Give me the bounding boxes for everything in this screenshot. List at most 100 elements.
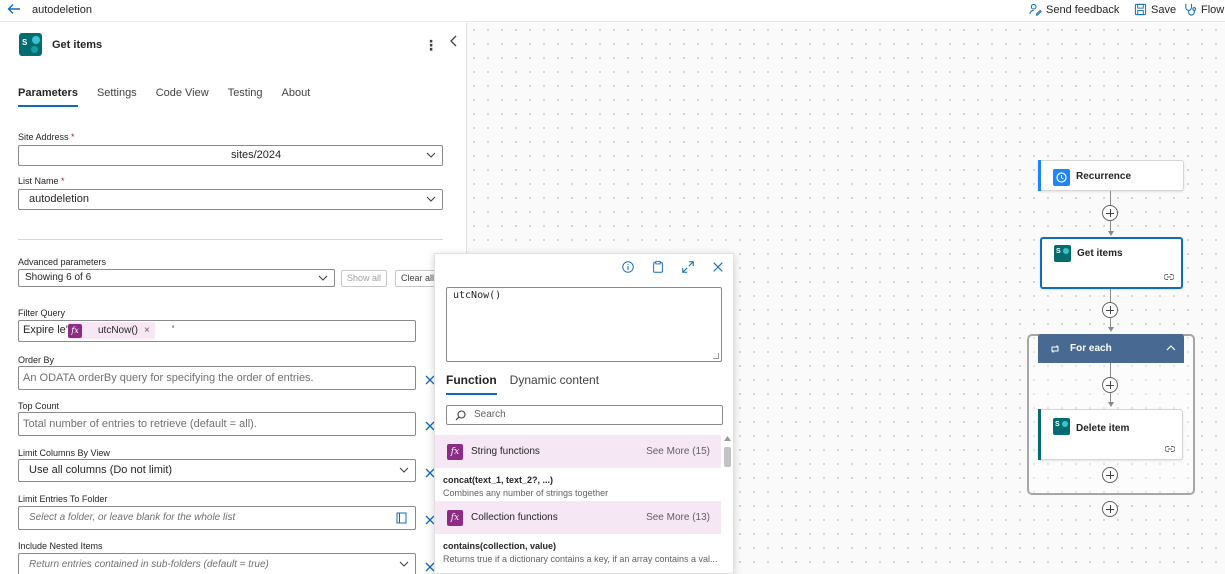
expand-icon[interactable] [681, 260, 697, 276]
popup-tabs: Function Dynamic content [446, 373, 599, 395]
limit-folder-label: Limit Entries To Folder [18, 494, 108, 504]
info-icon[interactable] [621, 260, 637, 276]
send-feedback-button[interactable]: Send feedback [1029, 3, 1119, 16]
list-name-dropdown[interactable]: autodeletion [18, 189, 443, 210]
card-title: Recurrence [1076, 171, 1132, 182]
get-items-card[interactable]: S Get items [1040, 237, 1183, 289]
filter-query-prefix: Expire le' [23, 324, 68, 336]
for-each-title: For each [1070, 343, 1112, 354]
expression-textarea[interactable]: utcNow() [446, 287, 722, 362]
collapse-panel-icon[interactable] [449, 35, 459, 47]
nested-items-label: Include Nested Items [18, 541, 103, 551]
close-icon[interactable] [711, 260, 727, 276]
add-step-button[interactable] [1102, 377, 1118, 393]
function-search-input[interactable]: Search [446, 405, 723, 425]
top-count-label: Top Count [18, 401, 60, 411]
link-icon [1165, 446, 1175, 452]
function-item-contains[interactable]: contains(collection, value) Returns true… [443, 541, 721, 564]
site-address-label: Site Address * [18, 132, 75, 142]
scroll-up-icon[interactable] [724, 436, 731, 441]
section-divider [18, 239, 443, 240]
feedback-icon [1029, 3, 1042, 16]
chevron-down-icon [318, 275, 328, 281]
limit-columns-dropdown[interactable]: Use all columns (Do not limit) [18, 459, 416, 482]
limit-folder-input[interactable]: Select a folder, or leave blank for the … [18, 506, 416, 530]
category-collection-functions[interactable]: fx Collection functions See More (13) [435, 501, 721, 534]
stethoscope-icon [1185, 3, 1197, 16]
panel-header: S Get items ⋮ [0, 23, 467, 67]
action-settings-panel: S Get items ⋮ Parameters Settings Code V… [0, 23, 467, 574]
expression-text: utcNow() [453, 290, 502, 301]
advanced-parameters-label: Advanced parameters [18, 257, 107, 267]
scrollbar-thumb[interactable] [724, 447, 731, 467]
top-count-input[interactable]: Total number of entries to retrieve (def… [18, 412, 416, 436]
tab-settings[interactable]: Settings [97, 87, 137, 107]
delete-item-card[interactable]: S Delete item [1038, 409, 1183, 460]
resize-handle[interactable] [713, 353, 719, 359]
tab-parameters[interactable]: Parameters [18, 87, 78, 107]
save-label: Save [1151, 3, 1177, 16]
remove-token-icon[interactable]: × [144, 321, 150, 340]
filter-query-label: Filter Query [18, 308, 66, 318]
tab-testing[interactable]: Testing [228, 87, 263, 107]
connector-arrow [1107, 327, 1114, 332]
function-item-concat[interactable]: concat(text_1, text_2?, ...) Combines an… [443, 475, 721, 498]
order-by-input[interactable]: An ODATA orderBy query for specifying th… [18, 366, 416, 390]
expression-token[interactable]: fx utcNow() × [68, 322, 155, 339]
card-accent [1038, 160, 1041, 191]
folder-picker-icon[interactable] [396, 512, 407, 524]
fx-icon: fx [447, 509, 463, 526]
back-arrow-icon[interactable] [6, 1, 22, 17]
nested-items-placeholder: Return entries contained in sub-folders … [29, 559, 269, 570]
tab-code-view[interactable]: Code View [156, 87, 209, 107]
category-string-functions[interactable]: fx String functions See More (15) [435, 435, 721, 468]
see-more-link[interactable]: See More (15) [646, 446, 710, 457]
add-step-button[interactable] [1102, 205, 1118, 221]
send-feedback-label: Send feedback [1046, 3, 1120, 16]
connector-arrow [1107, 231, 1114, 236]
chevron-down-icon [399, 467, 409, 473]
card-title: Delete item [1076, 423, 1130, 434]
chevron-down-icon [426, 196, 436, 202]
save-icon [1134, 3, 1147, 16]
recurrence-card[interactable]: Recurrence [1038, 160, 1184, 191]
clock-icon [1053, 169, 1070, 186]
see-more-link[interactable]: See More (13) [646, 512, 710, 523]
advanced-parameters-dropdown[interactable]: Showing 6 of 6 [18, 269, 335, 287]
link-icon [1164, 274, 1174, 280]
nested-items-dropdown[interactable]: Return entries contained in sub-folders … [18, 553, 416, 574]
add-step-button[interactable] [1102, 302, 1118, 318]
list-name-label: List Name * [18, 176, 65, 186]
show-all-button[interactable]: Show all [341, 270, 387, 287]
save-button[interactable]: Save [1134, 3, 1176, 16]
clipboard-icon[interactable] [651, 260, 667, 276]
popup-toolbar [621, 260, 727, 276]
function-description: Combines any number of strings together [443, 488, 609, 498]
token-label: utcNow() [98, 325, 139, 336]
more-options-icon[interactable]: ⋮ [424, 37, 438, 54]
add-step-button[interactable] [1102, 501, 1118, 517]
filter-query-input[interactable]: Expire le' fx utcNow() × ' [18, 320, 416, 342]
sharepoint-icon: S [19, 33, 42, 56]
tab-dynamic-content[interactable]: Dynamic content [510, 373, 599, 395]
fx-icon: fx [447, 443, 463, 460]
panel-title: Get items [52, 39, 103, 51]
tab-about[interactable]: About [282, 87, 311, 107]
flow-checker-label: Flow [1201, 3, 1225, 16]
add-step-in-loop-button[interactable] [1102, 467, 1118, 483]
category-name: String functions [471, 446, 540, 457]
site-address-value: sites/2024 [231, 149, 282, 161]
card-accent [1038, 409, 1041, 460]
for-each-header[interactable]: For each [1038, 334, 1184, 363]
flow-checker-button[interactable]: Flow [1184, 3, 1224, 16]
filter-query-suffix: ' [172, 324, 175, 336]
function-description: Returns true if a dictionary contains a … [443, 554, 718, 564]
card-title: Get items [1077, 248, 1123, 259]
site-address-dropdown[interactable]: sites/2024 [18, 145, 443, 166]
loop-icon [1051, 345, 1059, 353]
flow-name: autodeletion [32, 4, 92, 16]
search-icon [455, 410, 466, 421]
panel-tabs: Parameters Settings Code View Testing Ab… [18, 87, 310, 107]
chevron-up-icon[interactable] [1166, 344, 1176, 351]
tab-function[interactable]: Function [446, 373, 497, 395]
